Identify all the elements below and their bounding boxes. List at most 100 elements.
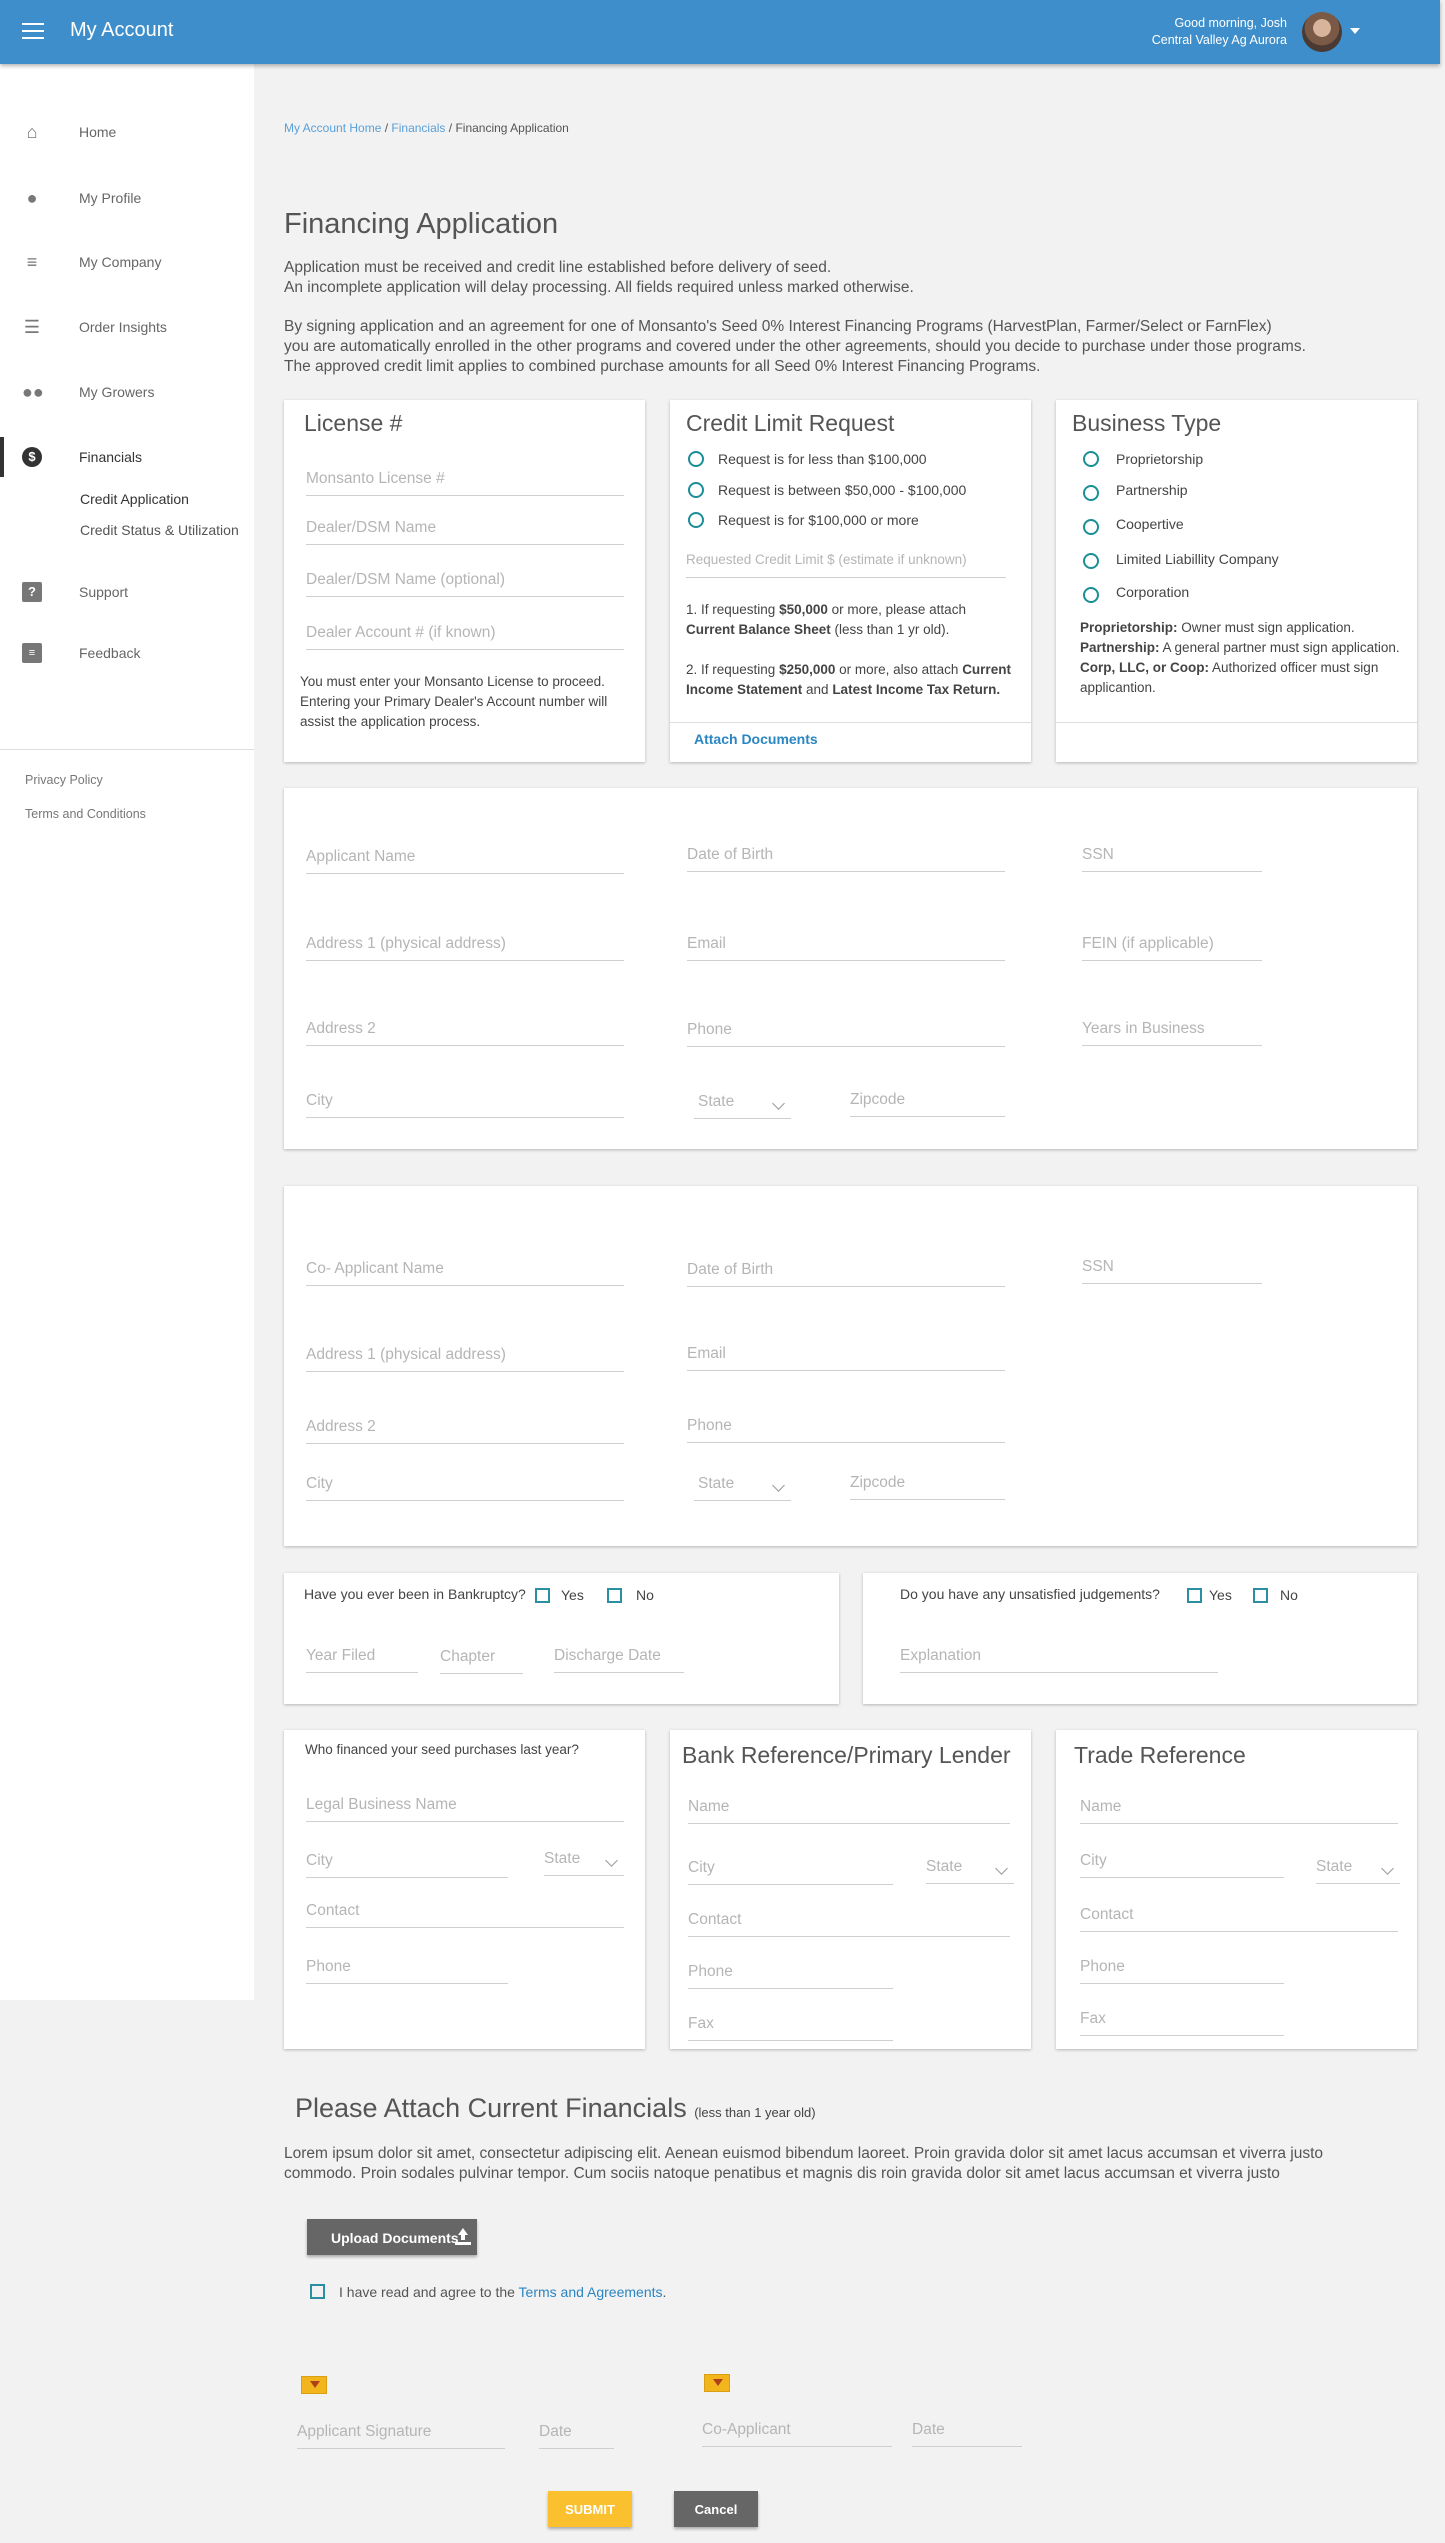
sidebar-item-company[interactable]: ≡ My Company: [0, 242, 254, 282]
dealer-name-input[interactable]: Dealer/DSM Name: [306, 515, 624, 545]
menu-icon[interactable]: [22, 23, 44, 41]
years-in-business-input[interactable]: Years in Business: [1082, 1016, 1262, 1046]
applicant-date-input[interactable]: Date: [539, 2419, 614, 2449]
sign-here-icon[interactable]: [301, 2376, 327, 2394]
dob-input[interactable]: Date of Birth: [687, 842, 1005, 872]
ssn-input[interactable]: SSN: [1082, 842, 1262, 872]
terms-agreements-link[interactable]: Terms and Agreements: [519, 2284, 663, 2300]
credit-option-radio[interactable]: [688, 482, 704, 498]
attach-financials-title: Please Attach Current Financials (less t…: [295, 2093, 816, 2124]
lorem-line: Lorem ipsum dolor sit amet, consectetur …: [284, 2145, 1324, 2162]
co-zipcode-input[interactable]: Zipcode: [850, 1470, 1005, 1500]
co-applicant-date-input[interactable]: Date: [912, 2417, 1022, 2447]
greeting-text: Good morning, Josh: [1174, 16, 1287, 30]
applicant-name-input[interactable]: Applicant Name: [306, 844, 624, 874]
co-state-select[interactable]: State: [694, 1471, 791, 1501]
co-email-input[interactable]: Email: [687, 1341, 1005, 1371]
judgements-no-checkbox[interactable]: [1253, 1588, 1268, 1603]
breadcrumb-financials[interactable]: Financials: [391, 121, 445, 135]
attach-documents-link[interactable]: Attach Documents: [694, 731, 818, 747]
financer-contact-input[interactable]: Contact: [306, 1898, 624, 1928]
state-select[interactable]: State: [694, 1089, 791, 1119]
zipcode-input[interactable]: Zipcode: [850, 1087, 1005, 1117]
trade-fax-input[interactable]: Fax: [1080, 2006, 1284, 2036]
credit-option-radio[interactable]: [688, 451, 704, 467]
agree-checkbox[interactable]: [310, 2284, 325, 2299]
judgements-yes-checkbox[interactable]: [1187, 1588, 1202, 1603]
trade-city-input[interactable]: City: [1080, 1848, 1284, 1878]
trade-phone-input[interactable]: Phone: [1080, 1954, 1284, 1984]
fein-input[interactable]: FEIN (if applicable): [1082, 931, 1262, 961]
business-type-radio[interactable]: [1083, 485, 1099, 501]
bankruptcy-no-checkbox[interactable]: [607, 1588, 622, 1603]
subnav-credit-application[interactable]: Credit Application: [80, 491, 189, 507]
dealer-account-input[interactable]: Dealer Account # (if known): [306, 620, 624, 650]
financer-state-select[interactable]: State: [544, 1846, 624, 1876]
business-type-radio[interactable]: [1083, 553, 1099, 569]
address2-input[interactable]: Address 2: [306, 1016, 624, 1046]
bank-name-input[interactable]: Name: [688, 1794, 1010, 1824]
avatar[interactable]: [1302, 12, 1342, 52]
business-type-radio[interactable]: [1083, 451, 1099, 467]
phone-input[interactable]: Phone: [687, 1017, 1005, 1047]
sidebar-item-feedback[interactable]: ≡ Feedback: [0, 633, 254, 673]
sidebar-item-financials[interactable]: $ Financials: [0, 437, 254, 477]
bank-fax-input[interactable]: Fax: [688, 2011, 893, 2041]
subnav-credit-status[interactable]: Credit Status & Utilization: [80, 522, 239, 538]
co-phone-input[interactable]: Phone: [687, 1413, 1005, 1443]
bankruptcy-yes-checkbox[interactable]: [535, 1588, 550, 1603]
bank-phone-input[interactable]: Phone: [688, 1959, 893, 1989]
year-filed-input[interactable]: Year Filed: [306, 1643, 418, 1673]
business-type-radio[interactable]: [1083, 519, 1099, 535]
upload-documents-button[interactable]: Upload Documents: [307, 2219, 477, 2255]
financer-phone-input[interactable]: Phone: [306, 1954, 508, 1984]
sidebar: ⌂ Home ● My Profile ≡ My Company ☰ Order Ins…: [0, 64, 254, 2000]
dealer-name-optional-input[interactable]: Dealer/DSM Name (optional): [306, 567, 624, 597]
bank-city-input[interactable]: City: [688, 1855, 893, 1885]
person-icon: ●: [26, 188, 38, 208]
sidebar-item-home[interactable]: ⌂ Home: [0, 112, 254, 152]
business-type-label: Limited Liabillity Company: [1116, 551, 1279, 567]
address1-input[interactable]: Address 1 (physical address): [306, 931, 624, 961]
email-input[interactable]: Email: [687, 931, 1005, 961]
legal-business-name-input[interactable]: Legal Business Name: [306, 1792, 624, 1822]
privacy-policy-link[interactable]: Privacy Policy: [25, 773, 103, 787]
trade-state-select[interactable]: State: [1316, 1854, 1400, 1884]
sidebar-item-growers[interactable]: ●● My Growers: [0, 372, 254, 412]
filter-icon: ≡: [26, 252, 38, 272]
co-applicant-signature-input[interactable]: Co-Applicant: [702, 2417, 892, 2447]
license-input[interactable]: Monsanto License #: [306, 466, 624, 496]
intro-line: you are automatically enrolled in the ot…: [284, 338, 1306, 355]
applicant-signature-input[interactable]: Applicant Signature: [297, 2419, 505, 2449]
credit-note-1: 1. If requesting $50,000 or more, please…: [686, 602, 966, 637]
co-city-input[interactable]: City: [306, 1471, 624, 1501]
no-label: No: [636, 1587, 654, 1603]
explanation-input[interactable]: Explanation: [900, 1643, 1218, 1673]
agree-text: I have read and agree to the Terms and A…: [339, 2284, 666, 2300]
sidebar-item-support[interactable]: ? Support: [0, 572, 254, 612]
breadcrumb-home[interactable]: My Account Home: [284, 121, 381, 135]
business-type-radio[interactable]: [1083, 587, 1099, 603]
co-dob-input[interactable]: Date of Birth: [687, 1257, 1005, 1287]
sidebar-item-order-insights[interactable]: ☰ Order Insights: [0, 307, 254, 347]
terms-link[interactable]: Terms and Conditions: [25, 807, 146, 821]
cancel-button[interactable]: Cancel: [674, 2491, 758, 2527]
chevron-down-icon[interactable]: [1350, 28, 1360, 34]
trade-contact-input[interactable]: Contact: [1080, 1902, 1398, 1932]
co-address1-input[interactable]: Address 1 (physical address): [306, 1342, 624, 1372]
credit-option-radio[interactable]: [688, 512, 704, 528]
chapter-input[interactable]: Chapter: [440, 1644, 523, 1674]
city-input[interactable]: City: [306, 1088, 624, 1118]
submit-button[interactable]: SUBMIT: [548, 2491, 632, 2527]
bank-state-select[interactable]: State: [926, 1854, 1014, 1884]
co-applicant-name-input[interactable]: Co- Applicant Name: [306, 1256, 624, 1286]
discharge-date-input[interactable]: Discharge Date: [554, 1643, 684, 1673]
credit-limit-input[interactable]: Requested Credit Limit $ (estimate if un…: [686, 548, 1006, 578]
co-address2-input[interactable]: Address 2: [306, 1414, 624, 1444]
bank-contact-input[interactable]: Contact: [688, 1907, 1010, 1937]
sign-here-icon[interactable]: [704, 2374, 730, 2392]
sidebar-item-profile[interactable]: ● My Profile: [0, 178, 254, 218]
co-ssn-input[interactable]: SSN: [1082, 1254, 1262, 1284]
financer-city-input[interactable]: City: [306, 1848, 508, 1878]
trade-name-input[interactable]: Name: [1080, 1794, 1398, 1824]
